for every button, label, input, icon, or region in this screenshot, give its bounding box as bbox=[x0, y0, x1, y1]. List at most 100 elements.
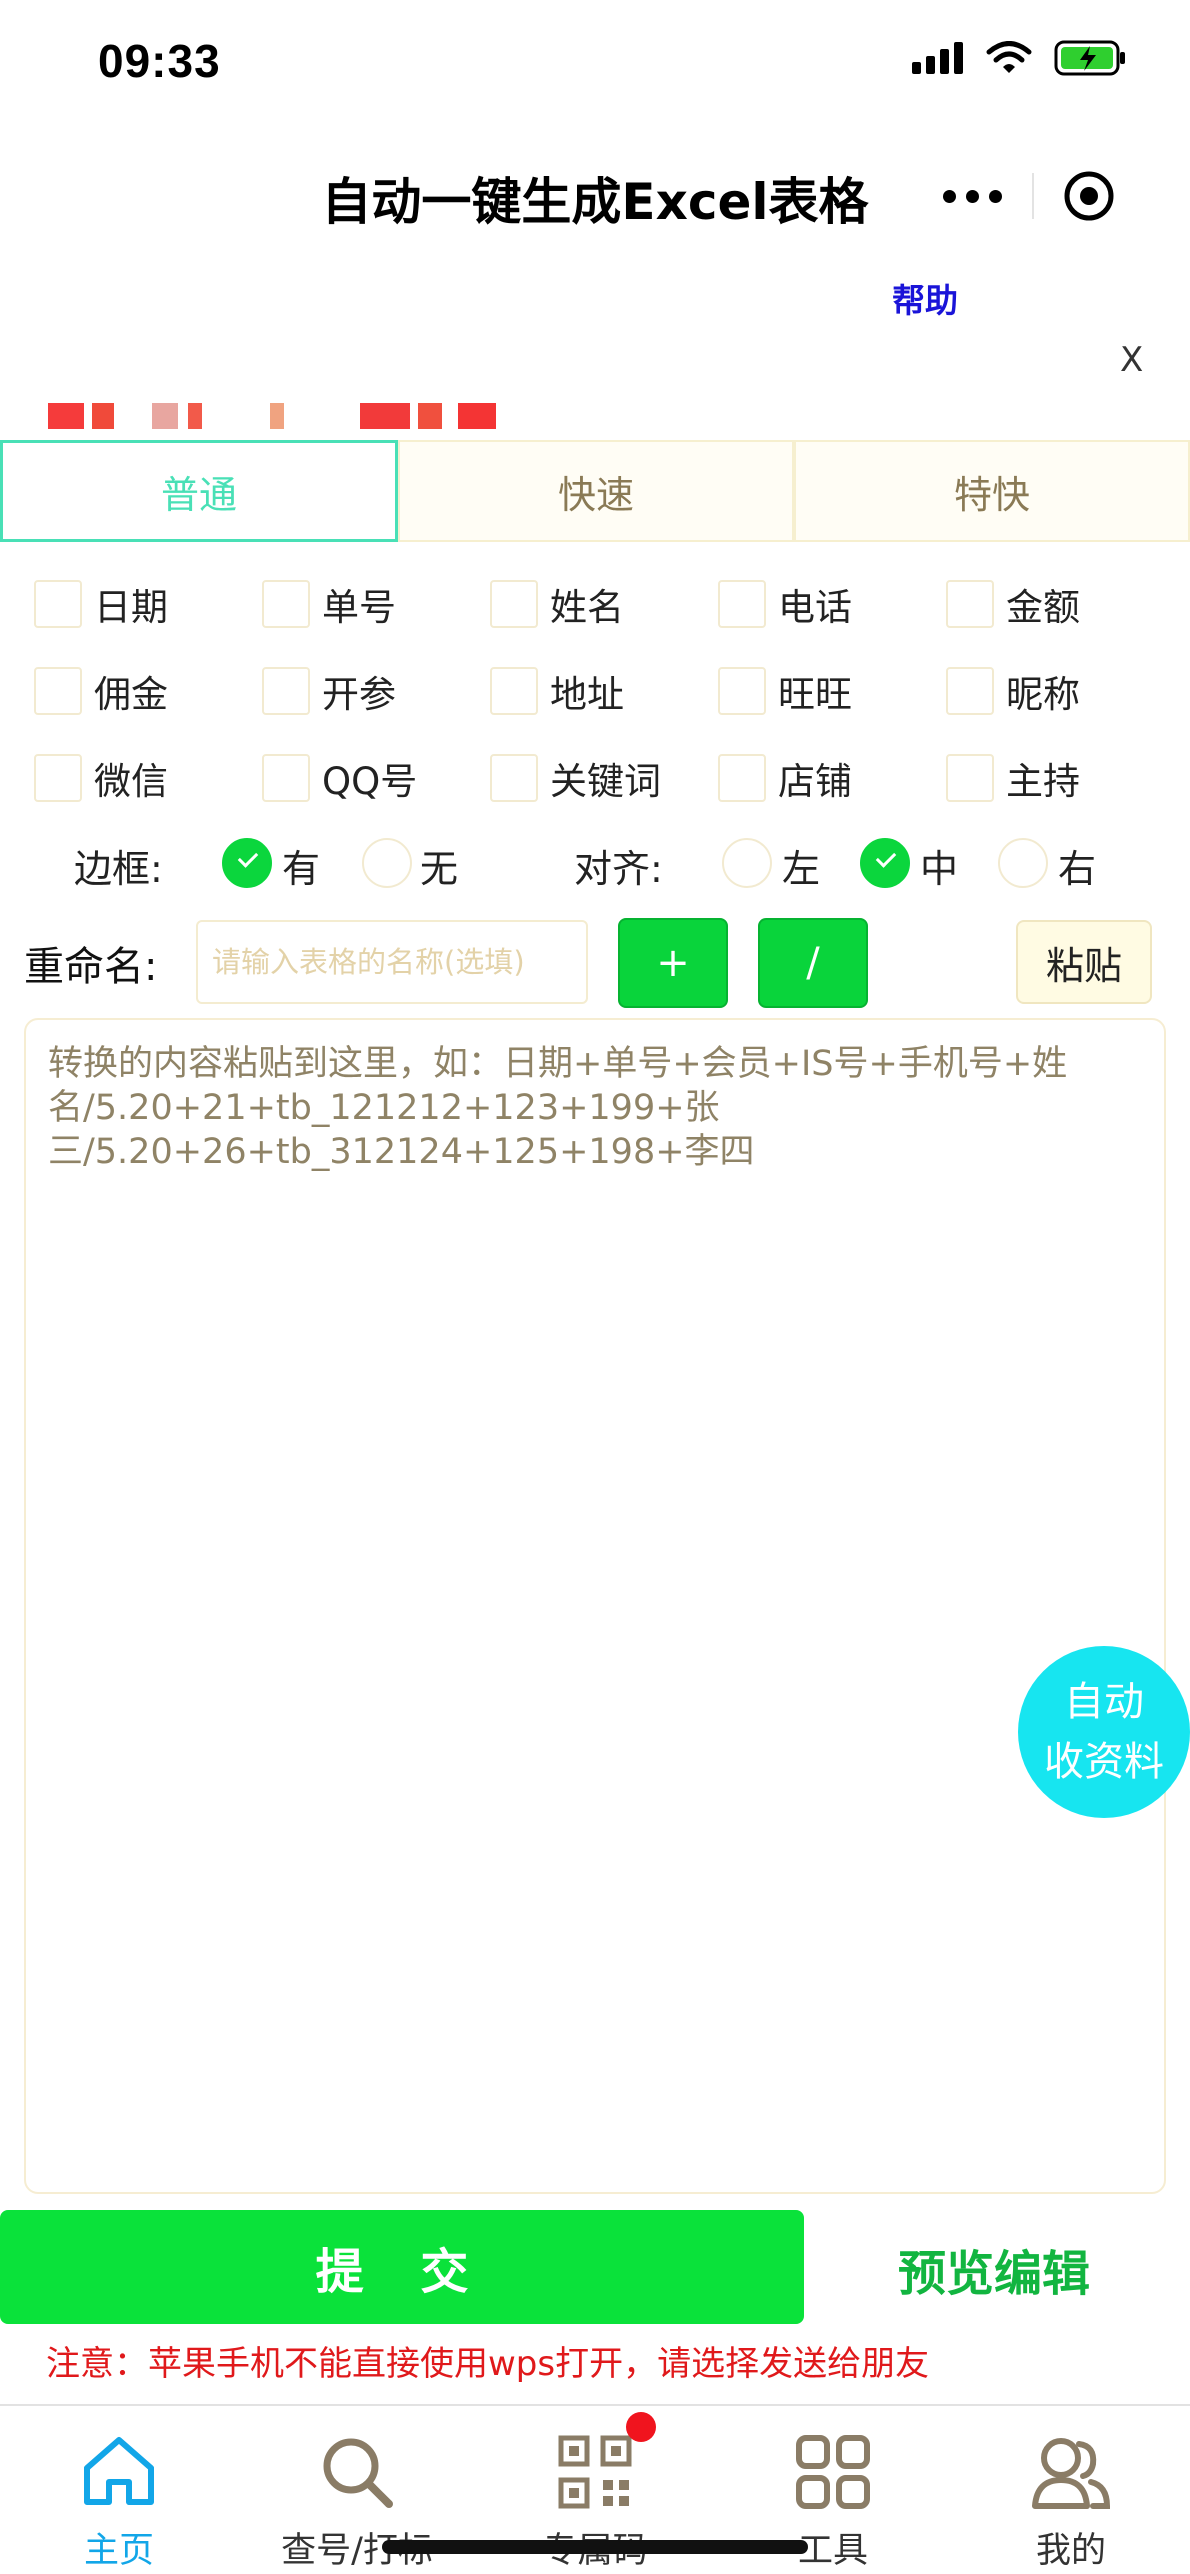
close-mini-program-button[interactable] bbox=[1034, 156, 1144, 236]
field-row: 日期 单号 姓名 电话 金额 bbox=[34, 560, 1174, 647]
radio-label: 有 bbox=[282, 847, 321, 891]
fab-label-line1: 自动 bbox=[1064, 1679, 1144, 1725]
tab-express[interactable]: 特快 bbox=[794, 440, 1190, 542]
tabbar-label: 工具 bbox=[797, 2531, 868, 2571]
checkbox[interactable] bbox=[262, 666, 310, 715]
checkbox[interactable] bbox=[718, 753, 766, 802]
field-checkbox-shop[interactable]: 店铺 bbox=[718, 751, 946, 805]
status-icons bbox=[912, 40, 1128, 76]
field-checkbox-keyword[interactable]: 关键词 bbox=[490, 751, 718, 805]
more-menu-button[interactable] bbox=[912, 156, 1032, 236]
grid-icon bbox=[791, 2430, 875, 2514]
auto-collect-button[interactable]: 自动 收资料 bbox=[1018, 1646, 1190, 1818]
ad-block bbox=[458, 403, 496, 429]
field-label: 单号 bbox=[322, 585, 396, 629]
fab-label-line2: 收资料 bbox=[1044, 1739, 1164, 1785]
field-checkbox-commission[interactable]: 佣金 bbox=[34, 664, 262, 718]
ad-block bbox=[360, 403, 410, 429]
field-label: 姓名 bbox=[550, 585, 624, 629]
checkbox[interactable] bbox=[262, 753, 310, 802]
field-label: 电话 bbox=[778, 585, 852, 629]
field-label: 主持 bbox=[1006, 759, 1080, 803]
border-label: 边框: bbox=[74, 847, 163, 891]
ad-block bbox=[92, 403, 114, 429]
more-dot-icon bbox=[988, 189, 1002, 203]
field-checkbox-host[interactable]: 主持 bbox=[946, 751, 1174, 805]
checkbox[interactable] bbox=[718, 579, 766, 628]
ad-block bbox=[48, 403, 84, 429]
checkbox[interactable] bbox=[946, 753, 994, 802]
tabbar-item-profile[interactable]: 我的 bbox=[952, 2406, 1190, 2574]
checkbox[interactable] bbox=[490, 579, 538, 628]
field-checkbox-name[interactable]: 姓名 bbox=[490, 577, 718, 631]
tabbar-item-home[interactable]: 主页 bbox=[0, 2406, 238, 2574]
radio-label: 左 bbox=[782, 847, 821, 891]
field-checkbox-date[interactable]: 日期 bbox=[34, 577, 262, 631]
radio-align-left[interactable] bbox=[722, 838, 772, 888]
notification-badge bbox=[626, 2412, 656, 2442]
home-icon bbox=[77, 2430, 161, 2514]
wifi-icon bbox=[986, 41, 1032, 73]
format-options: 边框: 有 无 对齐: 左 中 右 bbox=[0, 820, 1190, 906]
ad-block bbox=[152, 403, 178, 429]
field-checkbox-grid: 日期 单号 姓名 电话 金额 佣金 开参 地址 旺旺 昵称 微信 QQ号 关键词… bbox=[34, 560, 1174, 821]
checkbox[interactable] bbox=[34, 753, 82, 802]
help-link[interactable]: 帮助 bbox=[892, 274, 958, 322]
radio-align-right[interactable] bbox=[998, 838, 1048, 888]
field-checkbox-kaican[interactable]: 开参 bbox=[262, 664, 490, 718]
radio-label: 中 bbox=[920, 847, 959, 891]
checkbox[interactable] bbox=[34, 666, 82, 715]
mode-tabs: 普通 快速 特快 bbox=[0, 440, 1190, 542]
table-name-input[interactable] bbox=[196, 920, 588, 1004]
target-icon bbox=[1064, 171, 1114, 221]
field-label: 旺旺 bbox=[778, 672, 852, 716]
paste-button[interactable]: 粘贴 bbox=[1016, 920, 1152, 1004]
field-checkbox-amount[interactable]: 金额 bbox=[946, 577, 1174, 631]
add-separator-button[interactable]: + bbox=[618, 918, 728, 1008]
field-checkbox-wechat[interactable]: 微信 bbox=[34, 751, 262, 805]
field-checkbox-order-no[interactable]: 单号 bbox=[262, 577, 490, 631]
ad-block bbox=[418, 403, 442, 429]
status-bar: 09:33 bbox=[0, 0, 1190, 130]
checkbox[interactable] bbox=[490, 666, 538, 715]
ad-block bbox=[270, 403, 284, 429]
checkbox[interactable] bbox=[262, 579, 310, 628]
field-row: 微信 QQ号 关键词 店铺 主持 bbox=[34, 734, 1174, 821]
field-checkbox-wangwang[interactable]: 旺旺 bbox=[718, 664, 946, 718]
slash-separator-button[interactable]: / bbox=[758, 918, 868, 1008]
users-icon bbox=[1029, 2430, 1113, 2514]
preview-edit-button[interactable]: 预览编辑 bbox=[898, 2234, 1090, 2304]
field-checkbox-phone[interactable]: 电话 bbox=[718, 577, 946, 631]
content-textarea[interactable] bbox=[24, 1018, 1166, 2194]
field-label: 地址 bbox=[550, 672, 624, 716]
tab-normal[interactable]: 普通 bbox=[0, 440, 398, 542]
more-dot-icon bbox=[965, 189, 979, 203]
search-icon bbox=[315, 2430, 399, 2514]
radio-border-no[interactable] bbox=[362, 838, 412, 888]
field-checkbox-nickname[interactable]: 昵称 bbox=[946, 664, 1174, 718]
tabbar-label: 我的 bbox=[1035, 2531, 1106, 2571]
field-label: QQ号 bbox=[322, 759, 418, 803]
submit-button[interactable]: 提 交 bbox=[0, 2210, 804, 2324]
checkbox[interactable] bbox=[490, 753, 538, 802]
checkbox[interactable] bbox=[946, 579, 994, 628]
status-time: 09:33 bbox=[98, 35, 221, 87]
field-label: 昵称 bbox=[1006, 672, 1080, 716]
radio-border-yes[interactable] bbox=[222, 838, 272, 888]
checkbox[interactable] bbox=[718, 666, 766, 715]
radio-align-center[interactable] bbox=[860, 838, 910, 888]
home-indicator[interactable] bbox=[382, 2540, 808, 2554]
tab-fast[interactable]: 快速 bbox=[398, 440, 794, 542]
field-checkbox-qq[interactable]: QQ号 bbox=[262, 751, 490, 805]
mini-program-capsule bbox=[912, 156, 1144, 236]
ad-banner[interactable] bbox=[0, 395, 520, 431]
checkbox[interactable] bbox=[946, 666, 994, 715]
signal-icon bbox=[912, 42, 963, 74]
field-label: 微信 bbox=[94, 759, 168, 803]
close-ad-button[interactable]: X bbox=[1120, 340, 1143, 380]
checkbox[interactable] bbox=[34, 579, 82, 628]
ad-block bbox=[188, 403, 202, 429]
field-checkbox-address[interactable]: 地址 bbox=[490, 664, 718, 718]
radio-label: 无 bbox=[420, 847, 459, 891]
qrcode-icon bbox=[553, 2430, 637, 2514]
